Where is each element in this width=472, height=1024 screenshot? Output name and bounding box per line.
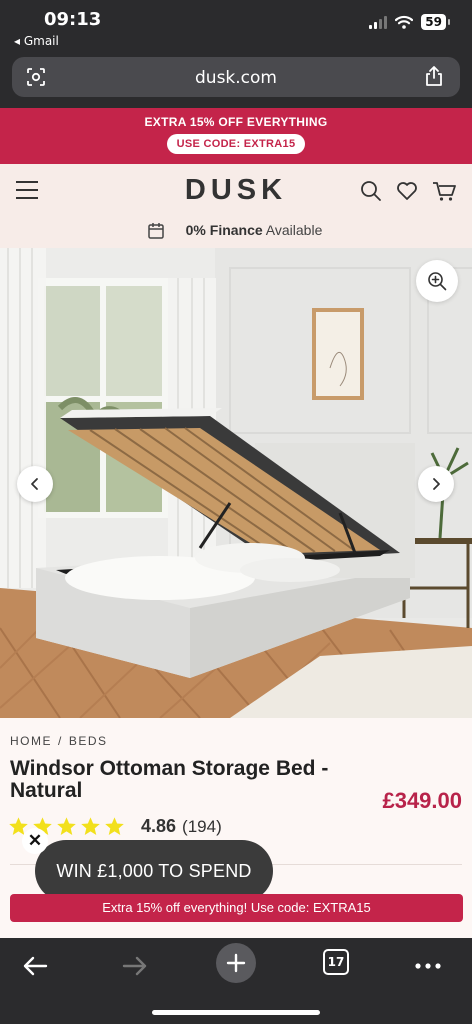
- wifi-icon: [395, 15, 414, 29]
- product-title: Windsor Ottoman Storage Bed - Natural: [10, 757, 329, 802]
- chevron-right-icon: [433, 478, 440, 490]
- win-promo-button[interactable]: WIN £1,000 TO SPEND: [35, 840, 273, 902]
- finance-suffix: Available: [262, 222, 323, 238]
- search-icon[interactable]: [360, 180, 382, 202]
- status-bar: 09:13 ◂ Gmail 59: [0, 0, 472, 54]
- forward-button[interactable]: [113, 944, 157, 988]
- more-icon: [415, 963, 441, 969]
- forward-icon: [122, 956, 147, 976]
- home-indicator: [152, 1010, 320, 1015]
- battery-indicator: 59: [421, 14, 450, 30]
- star-icon: [57, 817, 76, 835]
- breadcrumb-beds[interactable]: BEDS: [69, 734, 108, 748]
- signal-icon: [369, 15, 388, 29]
- promo-banner[interactable]: EXTRA 15% OFF EVERYTHING USE CODE: EXTRA…: [0, 108, 472, 164]
- product-photo: [0, 248, 472, 718]
- promo-headline: EXTRA 15% OFF EVERYTHING: [144, 115, 328, 129]
- breadcrumb: HOME / BEDS: [10, 734, 108, 748]
- breadcrumb-separator: /: [58, 734, 63, 748]
- more-button[interactable]: [406, 944, 450, 988]
- sticky-promo-bar[interactable]: Extra 15% off everything! Use code: EXTR…: [10, 894, 463, 922]
- gallery-next-button[interactable]: [418, 466, 454, 502]
- breadcrumb-home[interactable]: HOME: [10, 734, 52, 748]
- basket-icon[interactable]: [432, 180, 456, 202]
- site-header: DUSK 0% Finance Available: [0, 164, 472, 248]
- tabs-button[interactable]: 17: [323, 949, 349, 975]
- gallery-prev-button[interactable]: [17, 466, 53, 502]
- status-time: 09:13: [44, 9, 102, 30]
- status-icons: 59: [369, 14, 450, 30]
- share-icon[interactable]: [424, 65, 444, 87]
- star-icon: [105, 817, 124, 835]
- review-count[interactable]: (194): [182, 817, 222, 837]
- browser-url-area: dusk.com: [0, 54, 472, 108]
- back-icon: [23, 956, 48, 976]
- heart-icon[interactable]: [396, 180, 418, 202]
- rating-value: 4.86: [141, 816, 177, 836]
- star-icon: [81, 817, 100, 835]
- finance-highlight: 0% Finance: [185, 222, 263, 238]
- chevron-left-icon: [31, 478, 38, 490]
- product-image-gallery[interactable]: [0, 248, 472, 718]
- close-icon[interactable]: ✕: [22, 828, 48, 854]
- promo-code-pill[interactable]: USE CODE: EXTRA15: [166, 134, 306, 154]
- back-button[interactable]: [13, 944, 57, 988]
- header-actions: [360, 180, 456, 202]
- finance-notice[interactable]: 0% Finance Available: [0, 222, 472, 238]
- zoom-icon: [428, 272, 447, 291]
- zoom-button[interactable]: [416, 260, 458, 302]
- product-price: £349.00: [382, 788, 462, 813]
- url-text[interactable]: dusk.com: [12, 68, 460, 88]
- back-to-app-link[interactable]: ◂ Gmail: [14, 34, 59, 48]
- new-tab-button[interactable]: [216, 943, 256, 983]
- url-bar[interactable]: dusk.com: [12, 57, 460, 97]
- plus-icon: [226, 953, 246, 973]
